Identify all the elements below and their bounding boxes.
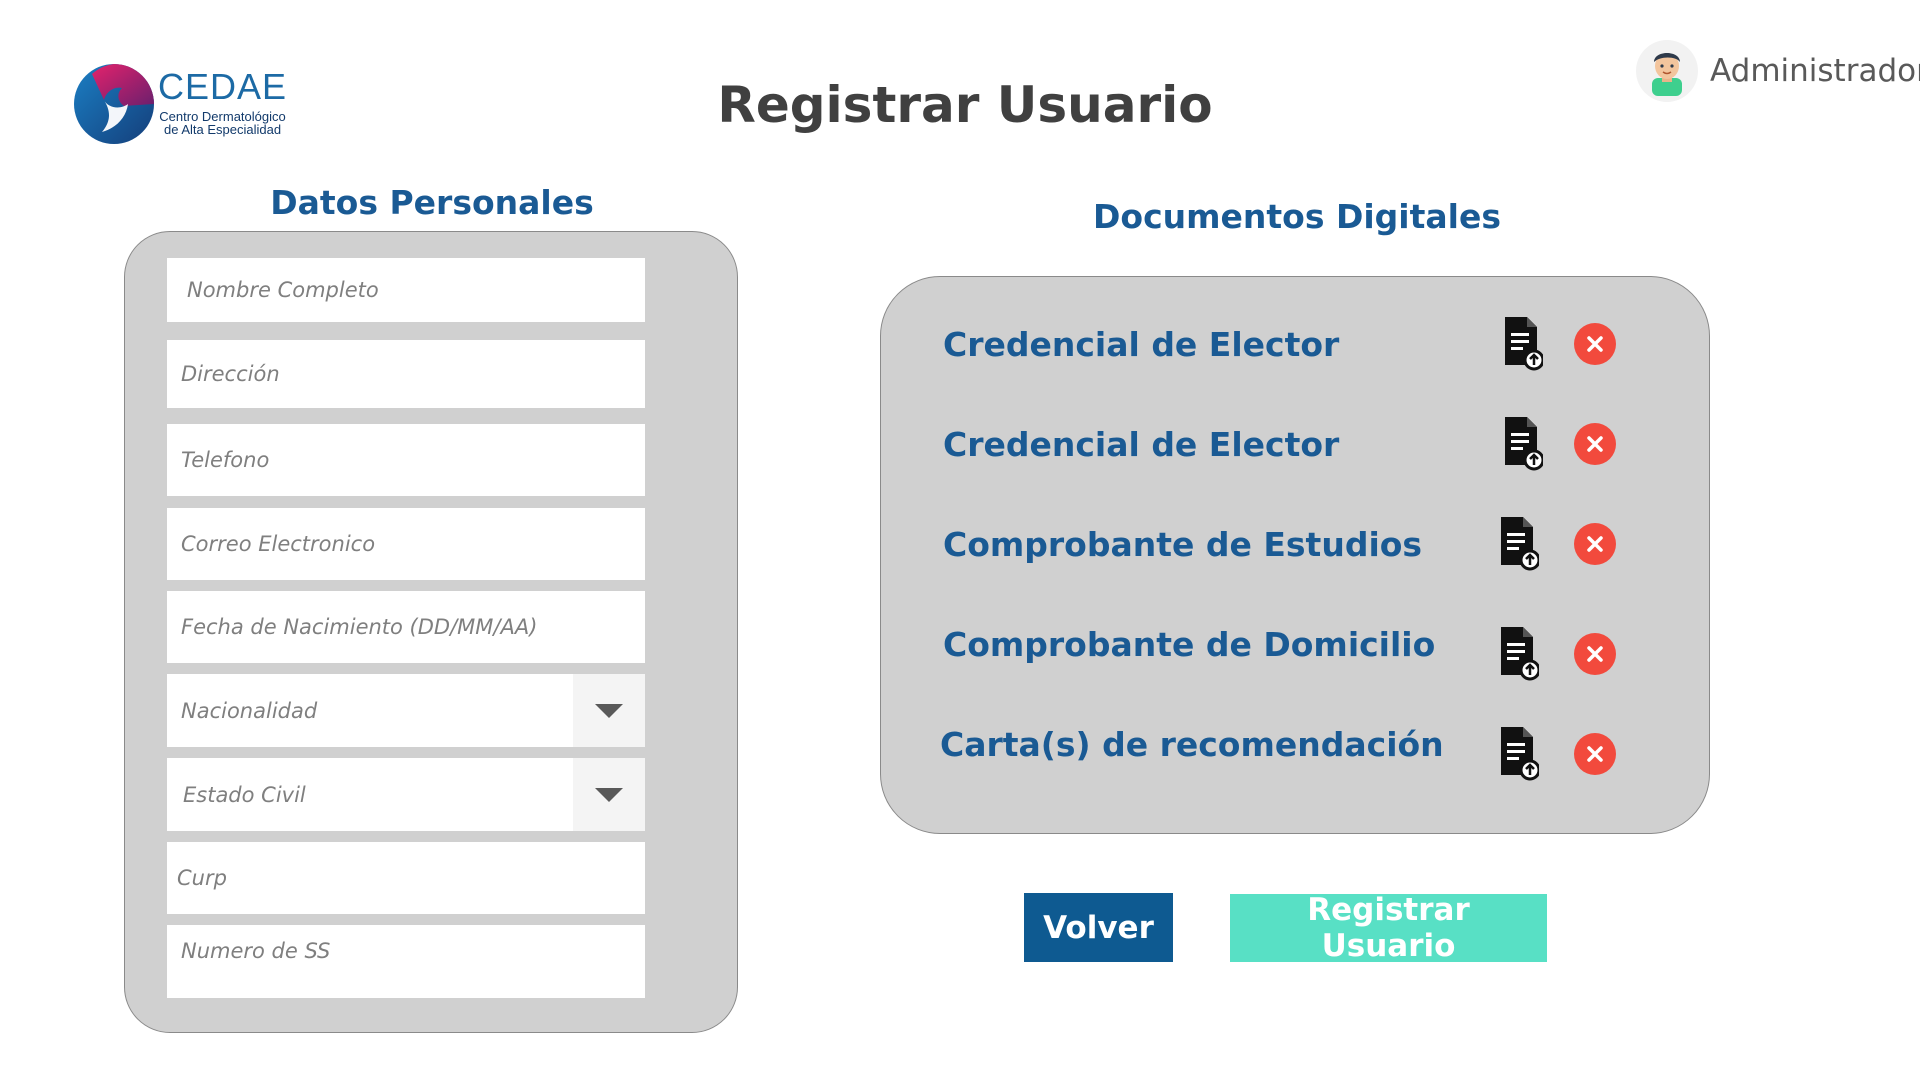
remove-circle-icon[interactable] <box>1574 423 1616 465</box>
personal-data-panel: Nombre Completo Dirección Telefono Corre… <box>124 231 738 1033</box>
remove-circle-icon[interactable] <box>1574 323 1616 365</box>
chevron-down-icon[interactable] <box>573 674 645 747</box>
chevron-down-icon[interactable] <box>573 758 645 831</box>
curp-input[interactable]: Curp <box>167 842 645 914</box>
file-upload-icon[interactable] <box>1499 415 1543 471</box>
curp-placeholder: Curp <box>177 866 227 890</box>
remove-circle-icon[interactable] <box>1574 523 1616 565</box>
document-label: Comprobante de Domicilio <box>943 625 1436 664</box>
file-upload-icon[interactable] <box>1495 515 1539 571</box>
user-avatar-icon <box>1636 40 1698 102</box>
address-input[interactable]: Dirección <box>167 340 645 408</box>
birthdate-placeholder: Fecha de Nacimiento (DD/MM/AA) <box>181 615 538 639</box>
document-row: Comprobante de Domicilio <box>881 615 1709 681</box>
back-button[interactable]: Volver <box>1024 893 1173 962</box>
document-label: Carta(s) de recomendación <box>940 725 1444 764</box>
document-row: Carta(s) de recomendación <box>881 715 1709 781</box>
document-row: Credencial de Elector <box>881 315 1709 375</box>
user-menu[interactable]: Administrador <box>1636 40 1920 102</box>
birthdate-input[interactable]: Fecha de Nacimiento (DD/MM/AA) <box>167 591 645 663</box>
file-upload-icon[interactable] <box>1495 725 1539 781</box>
social-security-input[interactable]: Numero de SS <box>167 925 645 998</box>
document-label: Comprobante de Estudios <box>943 525 1423 564</box>
email-input[interactable]: Correo Electronico <box>167 508 645 580</box>
document-row: Credencial de Elector <box>881 415 1709 475</box>
file-upload-icon[interactable] <box>1495 625 1539 681</box>
social-security-placeholder: Numero de SS <box>181 939 331 963</box>
document-label: Credencial de Elector <box>943 325 1340 364</box>
document-row: Comprobante de Estudios <box>881 515 1709 575</box>
personal-data-title: Datos Personales <box>270 183 594 222</box>
full-name-input[interactable]: Nombre Completo <box>167 258 645 322</box>
digital-documents-title: Documentos Digitales <box>1093 197 1501 236</box>
user-name: Administrador <box>1710 53 1920 89</box>
email-placeholder: Correo Electronico <box>181 532 376 556</box>
file-upload-icon[interactable] <box>1499 315 1543 371</box>
nationality-placeholder: Nacionalidad <box>181 698 318 723</box>
marital-status-select[interactable]: Estado Civil <box>167 758 645 831</box>
remove-circle-icon[interactable] <box>1574 733 1616 775</box>
phone-placeholder: Telefono <box>181 448 270 472</box>
nationality-select[interactable]: Nacionalidad <box>167 674 645 747</box>
document-label: Credencial de Elector <box>943 425 1340 464</box>
address-placeholder: Dirección <box>181 362 280 386</box>
phone-input[interactable]: Telefono <box>167 424 645 496</box>
full-name-placeholder: Nombre Completo <box>187 278 379 302</box>
marital-status-placeholder: Estado Civil <box>183 782 306 807</box>
page-title: Registrar Usuario <box>717 76 1213 134</box>
register-user-button[interactable]: Registrar Usuario <box>1230 892 1547 964</box>
remove-circle-icon[interactable] <box>1574 633 1616 675</box>
digital-documents-panel: Credencial de Elector Credencial de Elec… <box>880 276 1710 834</box>
